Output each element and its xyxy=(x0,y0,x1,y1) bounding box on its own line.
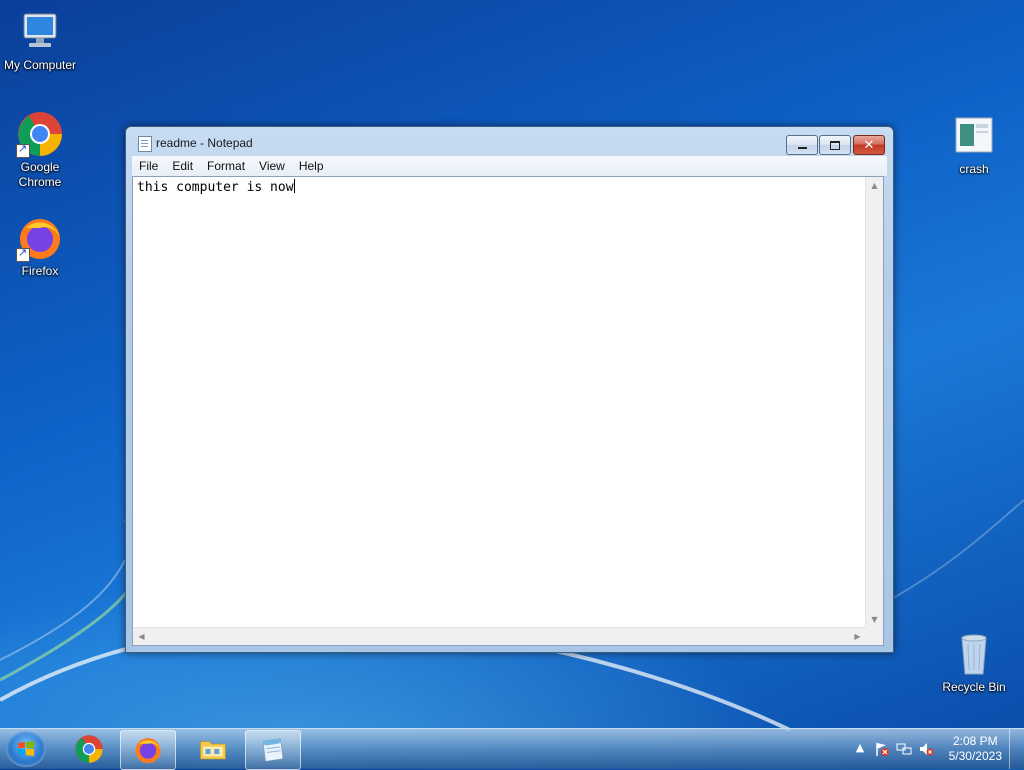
menu-view[interactable]: View xyxy=(252,159,292,173)
menu-format[interactable]: Format xyxy=(200,159,252,173)
show-hidden-icons[interactable]: ▲ xyxy=(852,741,868,757)
resize-grip-icon[interactable] xyxy=(866,628,883,645)
scroll-up-icon[interactable]: ▲ xyxy=(866,177,883,194)
desktop-icon-crash[interactable]: crash xyxy=(934,112,1014,177)
explorer-icon xyxy=(200,741,226,760)
show-desktop-button[interactable] xyxy=(1009,729,1024,769)
start-button[interactable] xyxy=(6,731,46,767)
desktop-icon-label: My Computer xyxy=(3,58,77,72)
chrome-icon xyxy=(75,735,103,763)
desktop-icon-label: Firefox xyxy=(21,264,59,278)
editor-text: this computer is now xyxy=(137,179,295,195)
desktop-icon-label: Google Chrome xyxy=(18,160,62,189)
menu-help[interactable]: Help xyxy=(292,159,331,173)
network-icon[interactable] xyxy=(896,741,912,757)
editor-content: this computer is now xyxy=(137,180,294,195)
horizontal-scrollbar[interactable]: ◀ ▶ xyxy=(133,627,866,645)
computer-icon xyxy=(16,8,64,56)
menu-file[interactable]: File xyxy=(132,159,165,173)
title-bar[interactable]: readme - Notepad ✕ xyxy=(126,127,893,157)
close-button[interactable]: ✕ xyxy=(853,135,885,155)
desktop-icon-my-computer[interactable]: My Computer xyxy=(0,8,80,73)
vertical-scrollbar[interactable]: ▲ ▼ xyxy=(865,177,883,628)
chrome-icon xyxy=(16,110,64,158)
maximize-button[interactable] xyxy=(819,135,851,155)
notepad-icon xyxy=(138,136,152,152)
scroll-left-icon[interactable]: ◀ xyxy=(133,628,150,645)
menu-edit[interactable]: Edit xyxy=(165,159,200,173)
taskbar-explorer-button[interactable] xyxy=(186,730,240,768)
recycle-bin-icon xyxy=(950,630,998,678)
action-center-icon[interactable] xyxy=(874,741,890,757)
window-title: readme - Notepad xyxy=(156,136,253,150)
firefox-icon xyxy=(135,738,161,764)
clock-time: 2:08 PM xyxy=(952,734,998,748)
minimize-icon xyxy=(787,136,817,154)
windows-logo-icon xyxy=(18,741,34,756)
text-editor[interactable]: this computer is now ▲ ▼ ◀ ▶ xyxy=(132,176,884,646)
clock[interactable]: 2:08 PM 5/30/2023 xyxy=(949,734,1002,764)
notepad-icon xyxy=(262,738,284,762)
taskbar: ▲ 2:08 PM 5/30/2023 xyxy=(0,728,1024,770)
scroll-down-icon[interactable]: ▼ xyxy=(866,611,883,628)
desktop-icon-label: Recycle Bin xyxy=(942,680,1006,694)
volume-muted-icon[interactable] xyxy=(918,741,934,757)
shortcut-arrow-icon xyxy=(16,142,30,158)
taskbar-firefox-button[interactable] xyxy=(120,730,176,770)
system-tray: ▲ 2:08 PM 5/30/2023 xyxy=(844,729,1024,769)
taskbar-chrome-button[interactable] xyxy=(62,730,116,768)
desktop-icon-google-chrome[interactable]: Google Chrome xyxy=(0,110,80,190)
close-icon: ✕ xyxy=(863,137,875,153)
menu-bar: File Edit Format View Help xyxy=(132,156,887,176)
firefox-icon xyxy=(16,214,64,262)
maximize-icon xyxy=(820,136,850,154)
shortcut-arrow-icon xyxy=(16,246,30,262)
image-file-icon xyxy=(950,112,998,160)
desktop-icon-recycle-bin[interactable]: Recycle Bin xyxy=(934,630,1014,695)
text-caret xyxy=(293,179,295,193)
scroll-right-icon[interactable]: ▶ xyxy=(849,628,866,645)
desktop-icon-firefox[interactable]: Firefox xyxy=(0,214,80,279)
desktop-icon-label: crash xyxy=(959,162,989,176)
taskbar-notepad-button[interactable] xyxy=(245,730,301,770)
clock-date: 5/30/2023 xyxy=(948,749,1002,763)
minimize-button[interactable] xyxy=(786,135,818,155)
notepad-window[interactable]: readme - Notepad ✕ File Edit Format View… xyxy=(125,126,894,653)
